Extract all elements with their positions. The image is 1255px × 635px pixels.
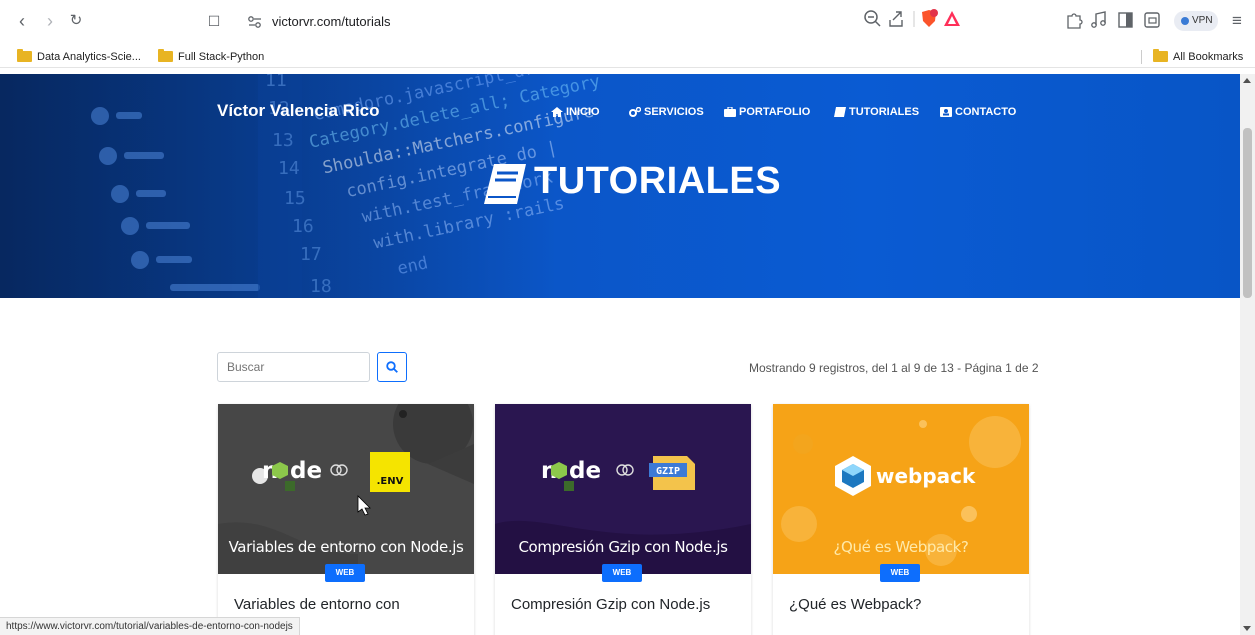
search-button[interactable] xyxy=(377,352,407,382)
scroll-up-arrow-icon[interactable] xyxy=(1243,78,1251,83)
vpn-label: VPN xyxy=(1192,15,1213,26)
menu-icon[interactable]: ≡ xyxy=(1226,10,1248,32)
line-number: 15 xyxy=(284,188,306,209)
zoom-icon[interactable] xyxy=(864,10,881,27)
tutorial-card[interactable]: webpack ¿Qué es Webpack? WEB ¿Qué es Web… xyxy=(773,404,1029,635)
category-badge[interactable]: WEB xyxy=(325,564,365,582)
scroll-down-arrow-icon[interactable] xyxy=(1243,626,1251,631)
menu-label: CONTACTO xyxy=(955,106,1017,118)
card-title[interactable]: ¿Qué es Webpack? xyxy=(789,596,921,613)
book-icon xyxy=(484,164,526,204)
webpack-cube-icon xyxy=(835,456,871,496)
all-bookmarks-label: All Bookmarks xyxy=(1173,51,1244,63)
webpack-logo-text: webpack xyxy=(876,464,976,488)
menu-label: SERVICIOS xyxy=(644,106,704,118)
line-number: 18 xyxy=(310,276,332,297)
browser-toolbar: ‹ › ↻ ☐ victorvr.com/tutorials VPN ≡ xyxy=(0,0,1255,46)
cursor-hand-icon xyxy=(357,495,371,516)
scroll-thumb[interactable] xyxy=(1243,128,1252,298)
line-number: 17 xyxy=(300,244,322,265)
bookmark-label: Data Analytics-Scie... xyxy=(37,51,141,63)
card-title[interactable]: Variables de entorno con xyxy=(234,596,400,613)
book-icon xyxy=(834,107,846,117)
hero-banner: 11 12 13 14 15 16 17 18 Comodoro.javascr… xyxy=(0,74,1240,298)
home-icon xyxy=(551,107,563,117)
env-tag: .ENV xyxy=(377,476,404,487)
briefcase-icon xyxy=(724,107,736,117)
all-bookmarks-button[interactable]: All Bookmarks xyxy=(1153,49,1243,65)
extensions-icon[interactable] xyxy=(1067,13,1083,29)
cogs-icon xyxy=(629,107,641,117)
line-number: 13 xyxy=(272,130,294,151)
tutorial-thumbnail[interactable]: n de GZIP Compresión Gzip con Node.js xyxy=(495,404,751,574)
node-logo-text: de xyxy=(290,458,322,484)
status-bar-url: https://www.victorvr.com/tutorial/variab… xyxy=(0,617,300,635)
line-number: 16 xyxy=(292,216,314,237)
menu-label: INICIO xyxy=(566,106,600,118)
contact-card-icon xyxy=(940,107,952,117)
tutorial-card[interactable]: n de GZIP Compresión Gzip con Node.js WE… xyxy=(495,404,751,635)
tutorial-thumbnail[interactable]: webpack ¿Qué es Webpack? xyxy=(773,404,1029,574)
node-logo-text: de xyxy=(569,458,601,484)
bookmark-label: Full Stack-Python xyxy=(178,51,265,63)
tab-search-icon[interactable] xyxy=(1144,12,1160,28)
brave-shield-icon[interactable] xyxy=(922,9,938,27)
folder-icon xyxy=(158,49,173,62)
thumbnail-caption: Compresión Gzip con Node.js xyxy=(518,538,728,556)
records-summary: Mostrando 9 registros, del 1 al 9 de 13 … xyxy=(749,361,1039,375)
gzip-tag: GZIP xyxy=(656,466,680,477)
bookmarks-divider xyxy=(1141,50,1142,64)
category-badge[interactable]: WEB xyxy=(602,564,642,582)
bookmark-folder-data-analytics[interactable]: Data Analytics-Scie... xyxy=(17,49,141,65)
menu-label: TUTORIALES xyxy=(849,106,920,118)
search-input[interactable] xyxy=(217,352,370,382)
url-text[interactable]: victorvr.com/tutorials xyxy=(272,14,390,29)
tutorial-card[interactable]: n de .ENV Variables de entorno con Node.… xyxy=(218,404,474,635)
folder-icon xyxy=(17,49,32,62)
thumbnail-caption: Variables de entorno con Node.js xyxy=(228,538,464,556)
reload-icon[interactable]: ↻ xyxy=(65,10,87,32)
bookmark-folder-full-stack[interactable]: Full Stack-Python xyxy=(158,49,264,65)
extension-icons xyxy=(1067,11,1160,29)
line-number: 14 xyxy=(278,158,300,179)
sidebar-icon[interactable] xyxy=(1118,12,1133,28)
bookmark-icon[interactable]: ☐ xyxy=(203,10,225,32)
address-actions xyxy=(864,9,960,27)
folder-icon xyxy=(1153,49,1168,62)
site-settings-icon[interactable] xyxy=(246,13,264,31)
share-icon[interactable] xyxy=(889,11,903,27)
page-title-text: TUTORIALES xyxy=(534,160,782,202)
category-badge[interactable]: WEB xyxy=(880,564,920,582)
thumbnail-caption: ¿Qué es Webpack? xyxy=(833,538,969,556)
menu-label: PORTAFOLIO xyxy=(739,106,811,118)
line-number: 11 xyxy=(265,74,287,91)
site-brand[interactable]: Víctor Valencia Rico xyxy=(217,101,380,121)
page-scrollbar[interactable] xyxy=(1240,74,1255,635)
music-icon[interactable] xyxy=(1091,11,1106,28)
forward-icon[interactable]: › xyxy=(39,10,61,32)
page-viewport: 11 12 13 14 15 16 17 18 Comodoro.javascr… xyxy=(0,74,1255,635)
search-icon xyxy=(386,361,398,373)
back-icon[interactable]: ‹ xyxy=(11,10,33,32)
tutorial-thumbnail[interactable]: n de .ENV Variables de entorno con Node.… xyxy=(218,404,474,574)
bookmarks-bar: Data Analytics-Scie... Full Stack-Python… xyxy=(0,46,1255,68)
brave-rewards-icon[interactable] xyxy=(944,11,960,26)
card-title[interactable]: Compresión Gzip con Node.js xyxy=(511,596,710,613)
vpn-button[interactable]: VPN xyxy=(1174,11,1218,31)
